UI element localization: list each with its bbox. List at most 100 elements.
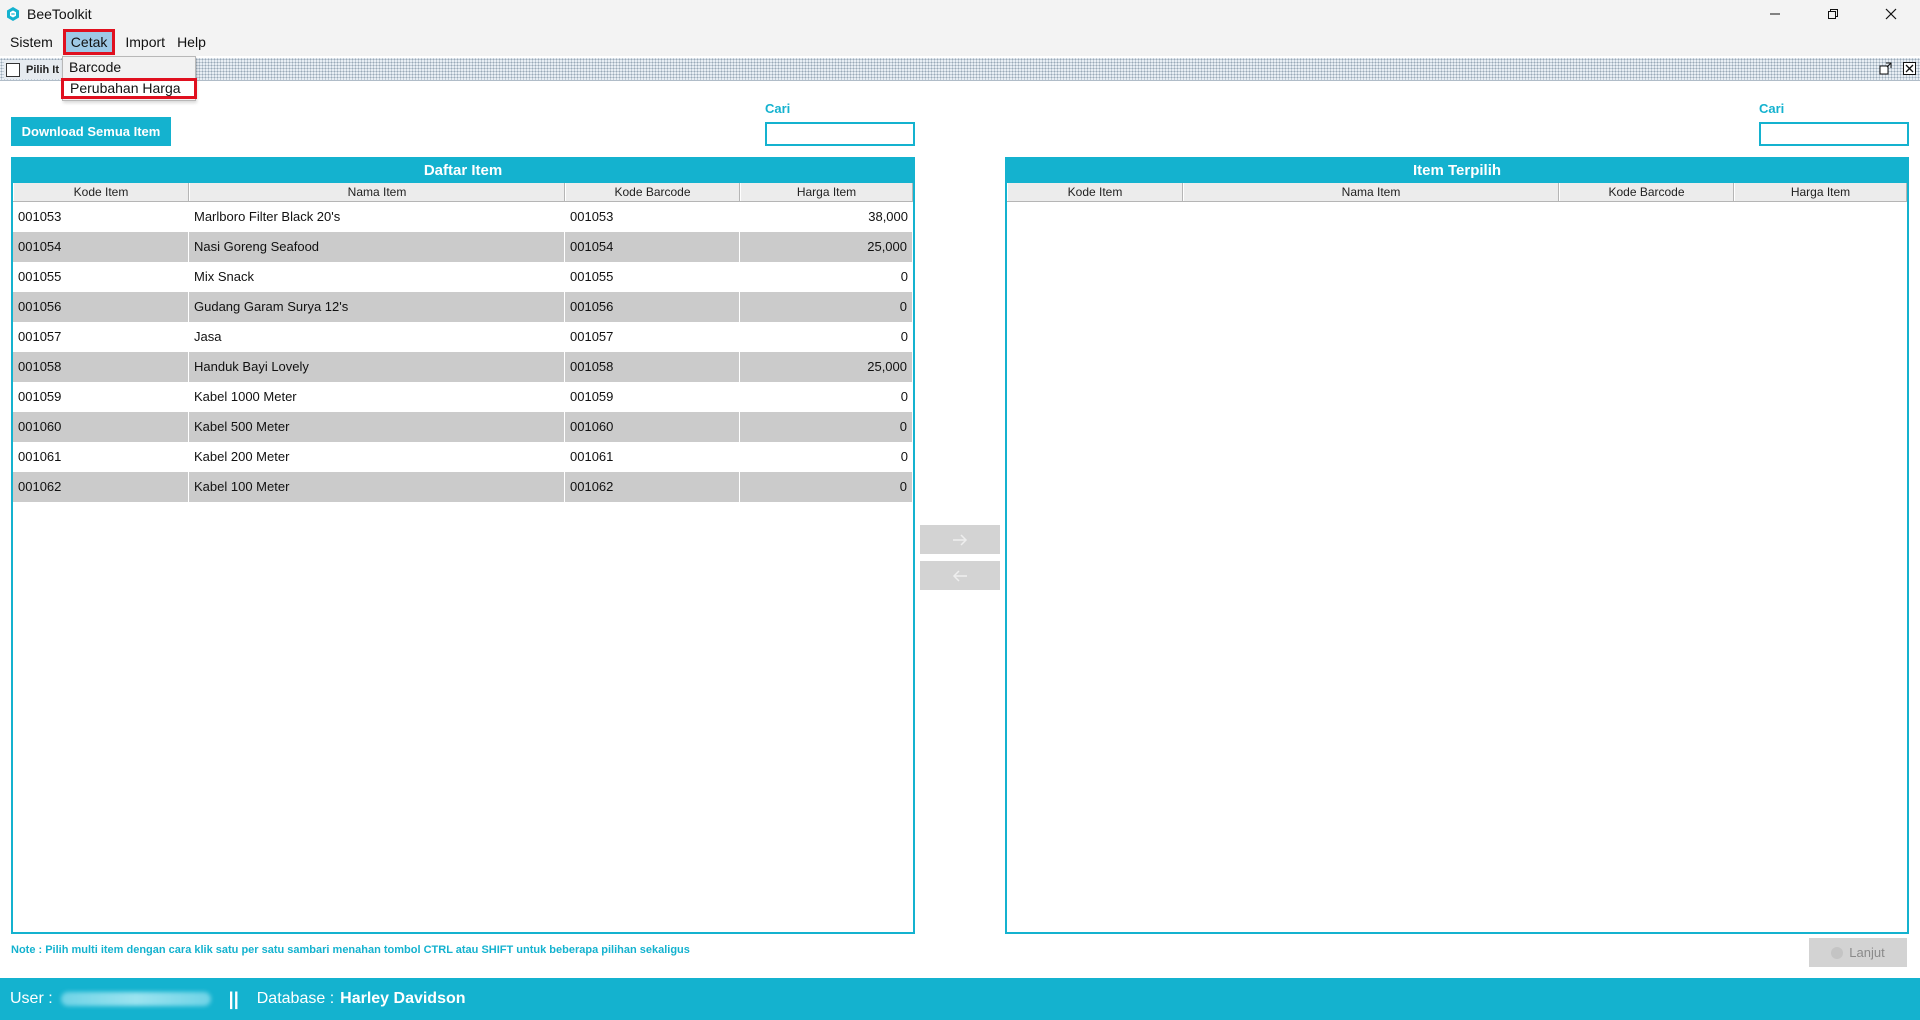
cell-harga-item: 0 xyxy=(900,449,908,464)
internal-frame-tab[interactable]: Pilih It xyxy=(4,60,65,79)
main-content: Download Semua Item Cari Cari Daftar Ite… xyxy=(0,81,1920,978)
table-row[interactable]: 001054 Nasi Goreng Seafood 001054 25,000 xyxy=(13,232,913,262)
cell-harga-item: 0 xyxy=(740,472,913,502)
user-label: User : xyxy=(10,990,53,1007)
cell-kode-barcode: 001056 xyxy=(565,292,740,322)
left-col-kode-item[interactable]: Kode Item xyxy=(13,183,189,201)
cell-harga-item: 0 xyxy=(900,389,908,404)
menu-import[interactable]: Import xyxy=(119,29,171,55)
left-search-label: Cari xyxy=(765,101,791,116)
cetak-dropdown-menu: Barcode Perubahan Harga xyxy=(61,56,197,101)
cell-kode-item: 001054 xyxy=(13,232,189,262)
app-title: BeeToolkit xyxy=(27,6,92,22)
cell-nama-item: Kabel 1000 Meter xyxy=(194,389,297,404)
internal-frame-title: Pilih It xyxy=(26,63,59,76)
cell-kode-item: 001058 xyxy=(13,352,189,382)
cell-kode-barcode: 001060 xyxy=(565,412,740,442)
right-table-header: Kode Item Nama Item Kode Barcode Harga I… xyxy=(1007,183,1907,202)
bee-logo-icon xyxy=(7,7,19,21)
arrow-left-icon xyxy=(952,569,967,582)
menu-sistem[interactable]: Sistem xyxy=(4,29,59,55)
table-row[interactable]: 001062 Kabel 100 Meter 001062 0 xyxy=(13,472,913,502)
cell-kode-item: 001057 xyxy=(18,329,62,344)
cell-kode-barcode: 001061 xyxy=(570,449,614,464)
cell-harga-item: 38,000 xyxy=(868,209,908,224)
frame-close-button[interactable] xyxy=(1902,61,1916,75)
next-button-label: Lanjut xyxy=(1849,945,1885,960)
cell-harga-item: 0 xyxy=(900,269,908,284)
cell-nama-item: Gudang Garam Surya 12's xyxy=(189,292,565,322)
cell-kode-item: 001060 xyxy=(13,412,189,442)
close-button[interactable] xyxy=(1862,0,1920,28)
table-row[interactable]: 001056 Gudang Garam Surya 12's 001056 0 xyxy=(13,292,913,322)
restore-icon xyxy=(1828,9,1838,19)
right-table-body[interactable] xyxy=(1007,202,1907,922)
cell-kode-barcode: 001057 xyxy=(570,329,614,344)
user-value-redacted xyxy=(60,992,211,1006)
right-col-harga-item[interactable]: Harga Item xyxy=(1734,183,1907,201)
menu-cetak[interactable]: Cetak xyxy=(62,29,116,55)
frame-icon xyxy=(6,62,20,77)
add-to-selected-button[interactable] xyxy=(920,525,1000,554)
table-row[interactable]: 001059 Kabel 1000 Meter 001059 0 xyxy=(13,382,913,412)
cell-harga-item: 25,000 xyxy=(740,352,913,382)
left-search-input[interactable] xyxy=(765,122,915,146)
menu-item-perubahan-harga[interactable]: Perubahan Harga xyxy=(61,78,197,99)
cell-kode-item: 001056 xyxy=(13,292,189,322)
menu-item-barcode[interactable]: Barcode xyxy=(63,57,195,78)
right-col-kode-item[interactable]: Kode Item xyxy=(1007,183,1183,201)
table-row[interactable]: 001061 Kabel 200 Meter 001061 0 xyxy=(13,442,913,472)
table-row[interactable]: 001058 Handuk Bayi Lovely 001058 25,000 xyxy=(13,352,913,382)
cell-nama-item: Nasi Goreng Seafood xyxy=(189,232,565,262)
cell-kode-barcode: 001062 xyxy=(565,472,740,502)
restore-button[interactable] xyxy=(1804,0,1862,28)
left-col-harga-item[interactable]: Harga Item xyxy=(740,183,913,201)
right-search-input[interactable] xyxy=(1759,122,1909,146)
status-bar: User : || Database : Harley Davidson xyxy=(0,978,1920,1020)
cell-kode-barcode: 001054 xyxy=(565,232,740,262)
cell-kode-item: 001061 xyxy=(18,449,62,464)
database-label: Database : xyxy=(256,990,335,1007)
cell-kode-item: 001055 xyxy=(18,269,62,284)
table-row[interactable]: 001060 Kabel 500 Meter 001060 0 xyxy=(13,412,913,442)
database-value: Harley Davidson xyxy=(340,990,466,1007)
cell-harga-item: 0 xyxy=(900,329,908,344)
item-terpilih-panel: Item Terpilih Kode Item Nama Item Kode B… xyxy=(1005,157,1909,934)
menu-help[interactable]: Help xyxy=(171,29,212,55)
table-row[interactable]: 001057 Jasa 001057 0 xyxy=(13,322,913,352)
cell-nama-item: Kabel 200 Meter xyxy=(194,449,290,464)
left-table-body: 001053 Marlboro Filter Black 20's 001053… xyxy=(13,202,913,502)
left-table-header: Kode Item Nama Item Kode Barcode Harga I… xyxy=(13,183,913,202)
cell-nama-item: Jasa xyxy=(194,329,222,344)
cell-harga-item: 25,000 xyxy=(740,232,913,262)
restore-down-icon xyxy=(1879,62,1891,74)
item-terpilih-title: Item Terpilih xyxy=(1007,159,1907,183)
window-controls xyxy=(1746,0,1920,28)
next-arrow-icon xyxy=(1831,946,1844,959)
next-button[interactable]: Lanjut xyxy=(1809,938,1907,967)
cell-nama-item: Handuk Bayi Lovely xyxy=(189,352,565,382)
right-col-kode-barcode[interactable]: Kode Barcode xyxy=(1559,183,1734,201)
arrow-right-icon xyxy=(953,533,968,546)
remove-from-selected-button[interactable] xyxy=(920,561,1000,590)
download-all-items-button[interactable]: Download Semua Item xyxy=(11,117,171,146)
cell-kode-barcode: 001055 xyxy=(570,269,614,284)
cell-kode-barcode: 001059 xyxy=(570,389,614,404)
table-row[interactable]: 001053 Marlboro Filter Black 20's 001053… xyxy=(13,202,913,232)
cell-kode-item: 001053 xyxy=(18,209,62,224)
minimize-icon xyxy=(1770,13,1780,15)
table-row[interactable]: 001055 Mix Snack 001055 0 xyxy=(13,262,913,292)
cell-kode-item: 001059 xyxy=(18,389,62,404)
right-search-label: Cari xyxy=(1759,101,1785,116)
right-col-nama-item[interactable]: Nama Item xyxy=(1183,183,1559,201)
minimize-button[interactable] xyxy=(1746,0,1804,28)
left-col-kode-barcode[interactable]: Kode Barcode xyxy=(565,183,740,201)
cell-kode-barcode: 001058 xyxy=(565,352,740,382)
cell-nama-item: Kabel 500 Meter xyxy=(189,412,565,442)
help-note: Note : Pilih multi item dengan cara klik… xyxy=(11,944,690,956)
cell-harga-item: 0 xyxy=(740,292,913,322)
frame-restore-button[interactable] xyxy=(1878,61,1892,75)
cell-kode-item: 001062 xyxy=(13,472,189,502)
daftar-item-title: Daftar Item xyxy=(13,159,913,183)
left-col-nama-item[interactable]: Nama Item xyxy=(189,183,565,201)
